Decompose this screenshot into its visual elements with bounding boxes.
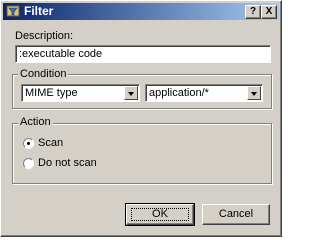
condition-legend: Condition <box>18 68 69 81</box>
do-not-scan-radio[interactable] <box>23 158 34 169</box>
scan-radio[interactable] <box>23 138 34 149</box>
action-legend: Action <box>18 116 53 129</box>
description-input[interactable]: :executable code <box>15 45 271 63</box>
do-not-scan-radio-label[interactable]: Do not scan <box>38 157 97 170</box>
condition-pattern-value: application/* <box>149 87 209 99</box>
scan-radio-label[interactable]: Scan <box>38 137 63 150</box>
cancel-button[interactable]: Cancel <box>202 204 270 225</box>
title-bar[interactable]: Filter ? X <box>3 3 279 20</box>
help-button[interactable]: ? <box>245 5 261 19</box>
description-value: :executable code <box>19 48 103 60</box>
cancel-button-label: Cancel <box>218 208 254 220</box>
chevron-down-icon[interactable] <box>124 86 138 100</box>
condition-type-select[interactable]: MIME type <box>21 84 140 102</box>
filter-icon <box>6 5 20 17</box>
condition-pattern-select[interactable]: application/* <box>145 84 263 102</box>
condition-type-value: MIME type <box>25 87 78 99</box>
ok-button-label: OK <box>152 208 168 220</box>
close-button[interactable]: X <box>261 5 277 19</box>
window-title: Filter <box>24 4 54 18</box>
ok-button[interactable]: OK <box>125 203 195 226</box>
action-group <box>12 123 272 184</box>
radio-selected-dot <box>27 142 30 145</box>
description-label: Description: <box>15 30 74 42</box>
chevron-down-icon[interactable] <box>247 86 261 100</box>
filter-dialog: Filter ? X Description: :executable code… <box>0 0 282 237</box>
